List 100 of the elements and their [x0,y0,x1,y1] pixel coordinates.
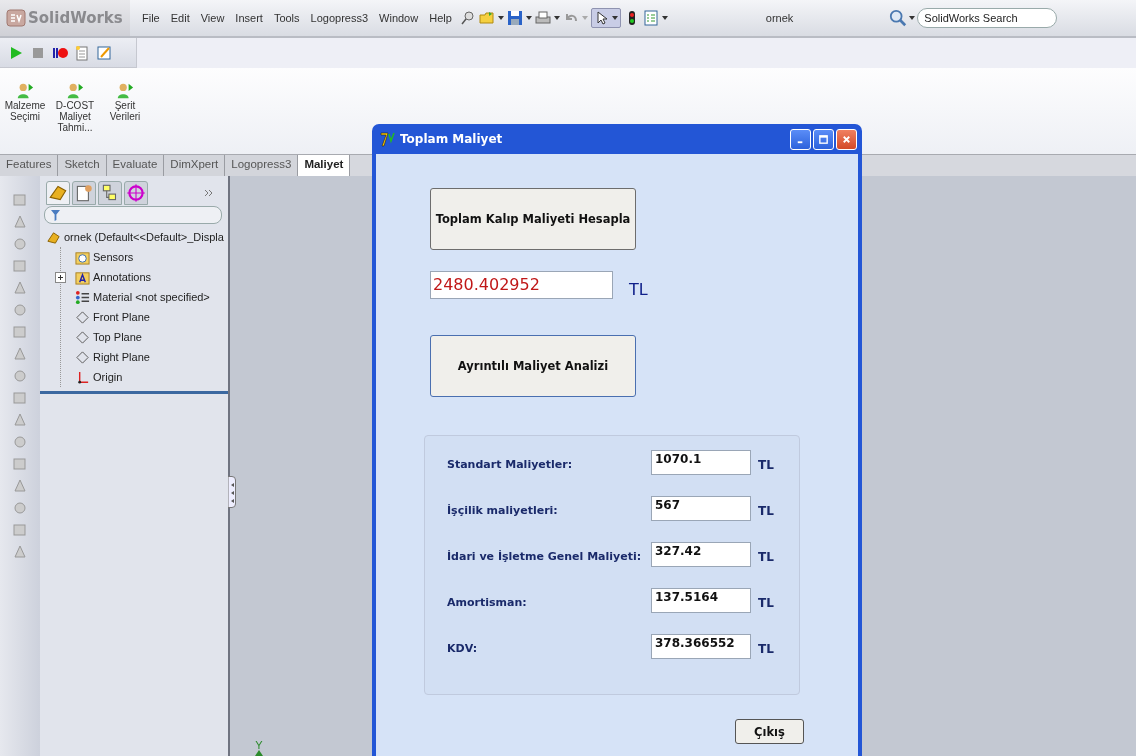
tool-icon[interactable] [12,214,28,230]
material-icon [75,289,90,305]
logo-icon [6,8,26,28]
command-button[interactable]: Malzeme Seçimi [4,82,46,154]
currency-label: TL [758,549,774,564]
cost-label: İşçilik maliyetleri: [447,504,559,517]
select-button[interactable] [590,8,621,28]
tool-icon[interactable] [12,522,28,538]
caret-icon[interactable] [909,16,916,20]
save-icon[interactable] [506,10,523,26]
arrow-icon [255,750,263,756]
exit-button[interactable]: Çıkış [735,719,804,744]
menu-item[interactable]: Insert [235,12,263,24]
menu-item[interactable]: File [142,12,160,24]
panel-splitter[interactable] [228,476,236,508]
plane-icon [75,309,90,325]
checklist-icon[interactable] [642,10,659,26]
caret-icon[interactable] [661,16,668,20]
tool-icon[interactable] [12,412,28,428]
total-cost-field[interactable]: 2480.402952 [430,270,613,299]
cost-field[interactable]: 327.42 [651,542,751,567]
person-icon [116,82,134,100]
command-button[interactable]: Şerit Verileri [104,82,146,154]
document-title: ornek [765,12,794,24]
menu-item[interactable]: View [200,12,225,24]
tree-item[interactable]: Top Plane [75,327,142,347]
cost-label: İdari ve İşletme Genel Maliyeti: [447,550,643,563]
filter-icon [51,209,60,221]
chevron-icon[interactable] [204,188,214,198]
cost-label: Amortisman: [447,596,528,609]
tool-icon[interactable] [12,192,28,208]
tool-icon[interactable] [12,390,28,406]
annotation-folder-icon [75,269,90,285]
currency-label: TL [758,641,774,656]
tree-item[interactable]: Front Plane [75,307,150,327]
tool-icon[interactable] [12,456,28,472]
app-icon [380,131,396,147]
tool-icon[interactable] [12,368,28,384]
tool-icon[interactable] [12,280,28,296]
filter-field[interactable] [44,206,222,224]
new-file-icon[interactable] [74,44,90,61]
currency-label: TL [758,457,774,472]
crosshair-icon[interactable] [124,181,148,205]
command-button[interactable]: D-COST Maliyet Tahmi... [54,82,96,154]
caret-icon[interactable] [497,16,504,20]
tool-icon[interactable] [12,346,28,362]
menu-item[interactable]: Help [429,12,452,24]
caret-icon[interactable] [525,16,532,20]
cost-field[interactable]: 1070.1 [651,450,751,475]
tab[interactable]: Maliyet [298,155,351,176]
tree-item[interactable]: ornek (Default<<Default>_Displa [46,227,228,247]
caret-icon[interactable] [553,16,560,20]
window-title: Toplam Maliyet [400,132,503,146]
property-tab-icon[interactable] [72,181,96,205]
search-icon[interactable] [889,9,908,27]
tree-item[interactable]: Material <not specified> [75,287,210,307]
person-icon [16,82,34,100]
person-icon [66,82,84,100]
plane-icon [75,329,90,345]
plane-icon [75,349,90,365]
tree-item[interactable]: Origin [75,367,123,387]
print-icon[interactable] [534,10,551,26]
origin-icon [75,369,90,385]
menu-item[interactable]: Window [379,12,419,24]
cost-field[interactable]: 567 [651,496,751,521]
tool-icon[interactable] [12,478,28,494]
search-field[interactable]: SolidWorks Search [917,8,1058,28]
tool-icon[interactable] [12,434,28,450]
menu-item[interactable]: Tools [273,12,300,24]
analysis-button[interactable]: Ayrıntılı Maliyet Analizi [430,335,636,397]
close-button[interactable] [836,128,857,150]
tool-icon[interactable] [12,500,28,516]
axis-label: Y [255,740,263,750]
tool-icon[interactable] [12,258,28,274]
play-icon[interactable] [8,44,24,61]
configuration-tab-icon[interactable] [98,181,122,205]
menu-item[interactable]: Edit [170,12,190,24]
feature-tree-tab-icon[interactable] [46,181,70,205]
tool-icon[interactable] [12,302,28,318]
cost-label: KDV: [447,642,479,655]
expand-toggle[interactable] [55,271,66,283]
app-logo: SolidWorks [28,9,123,27]
tree-item[interactable]: Annotations [75,267,152,287]
currency-label: TL [629,280,648,299]
tree-item[interactable]: Sensors [75,247,134,267]
maximize-button[interactable] [813,128,834,150]
currency-label: TL [758,595,774,610]
minimize-button[interactable] [790,128,811,150]
tool-icon[interactable] [12,324,28,340]
tool-icon[interactable] [12,236,28,252]
sensor-folder-icon [75,249,90,265]
cost-label: Standart Maliyetler: [447,458,574,471]
tool-icon[interactable] [12,544,28,560]
edit-icon[interactable] [96,44,112,61]
calculate-button[interactable]: Toplam Kalıp Maliyeti Hesapla [430,188,636,250]
menu-item[interactable]: Logopress3 [310,12,369,24]
cost-field[interactable]: 137.5164 [651,588,751,613]
tree-item[interactable]: Right Plane [75,347,150,367]
currency-label: TL [758,503,774,518]
cost-field[interactable]: 378.366552 [651,634,751,659]
